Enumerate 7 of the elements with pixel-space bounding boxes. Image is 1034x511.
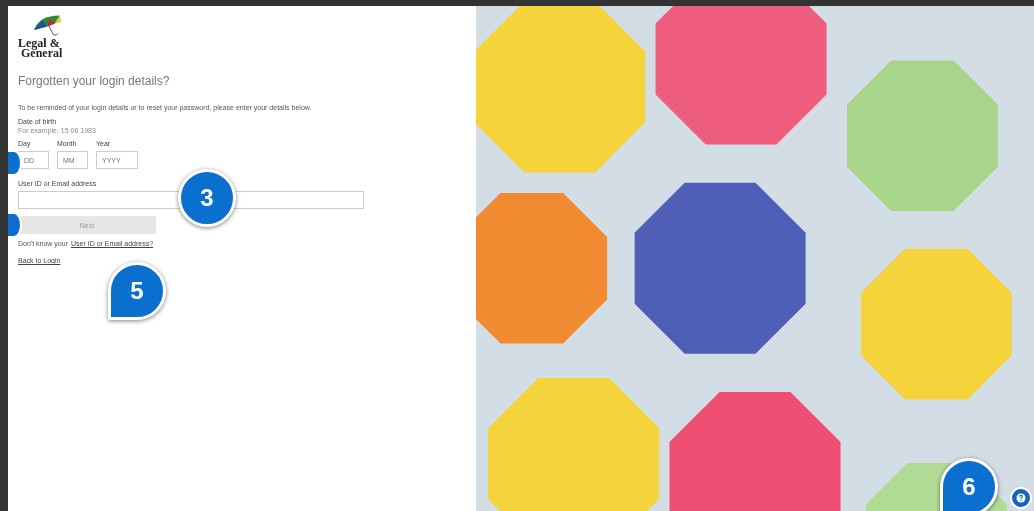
callout-pointer <box>8 150 22 176</box>
logo: Legal & General <box>18 14 64 58</box>
callout-pointer <box>8 212 22 238</box>
page-heading: Forgotten your login details? <box>18 74 170 88</box>
callout-badge: 3 <box>178 169 236 227</box>
callout-badge: 5 <box>108 262 166 320</box>
question-icon <box>1016 493 1026 503</box>
